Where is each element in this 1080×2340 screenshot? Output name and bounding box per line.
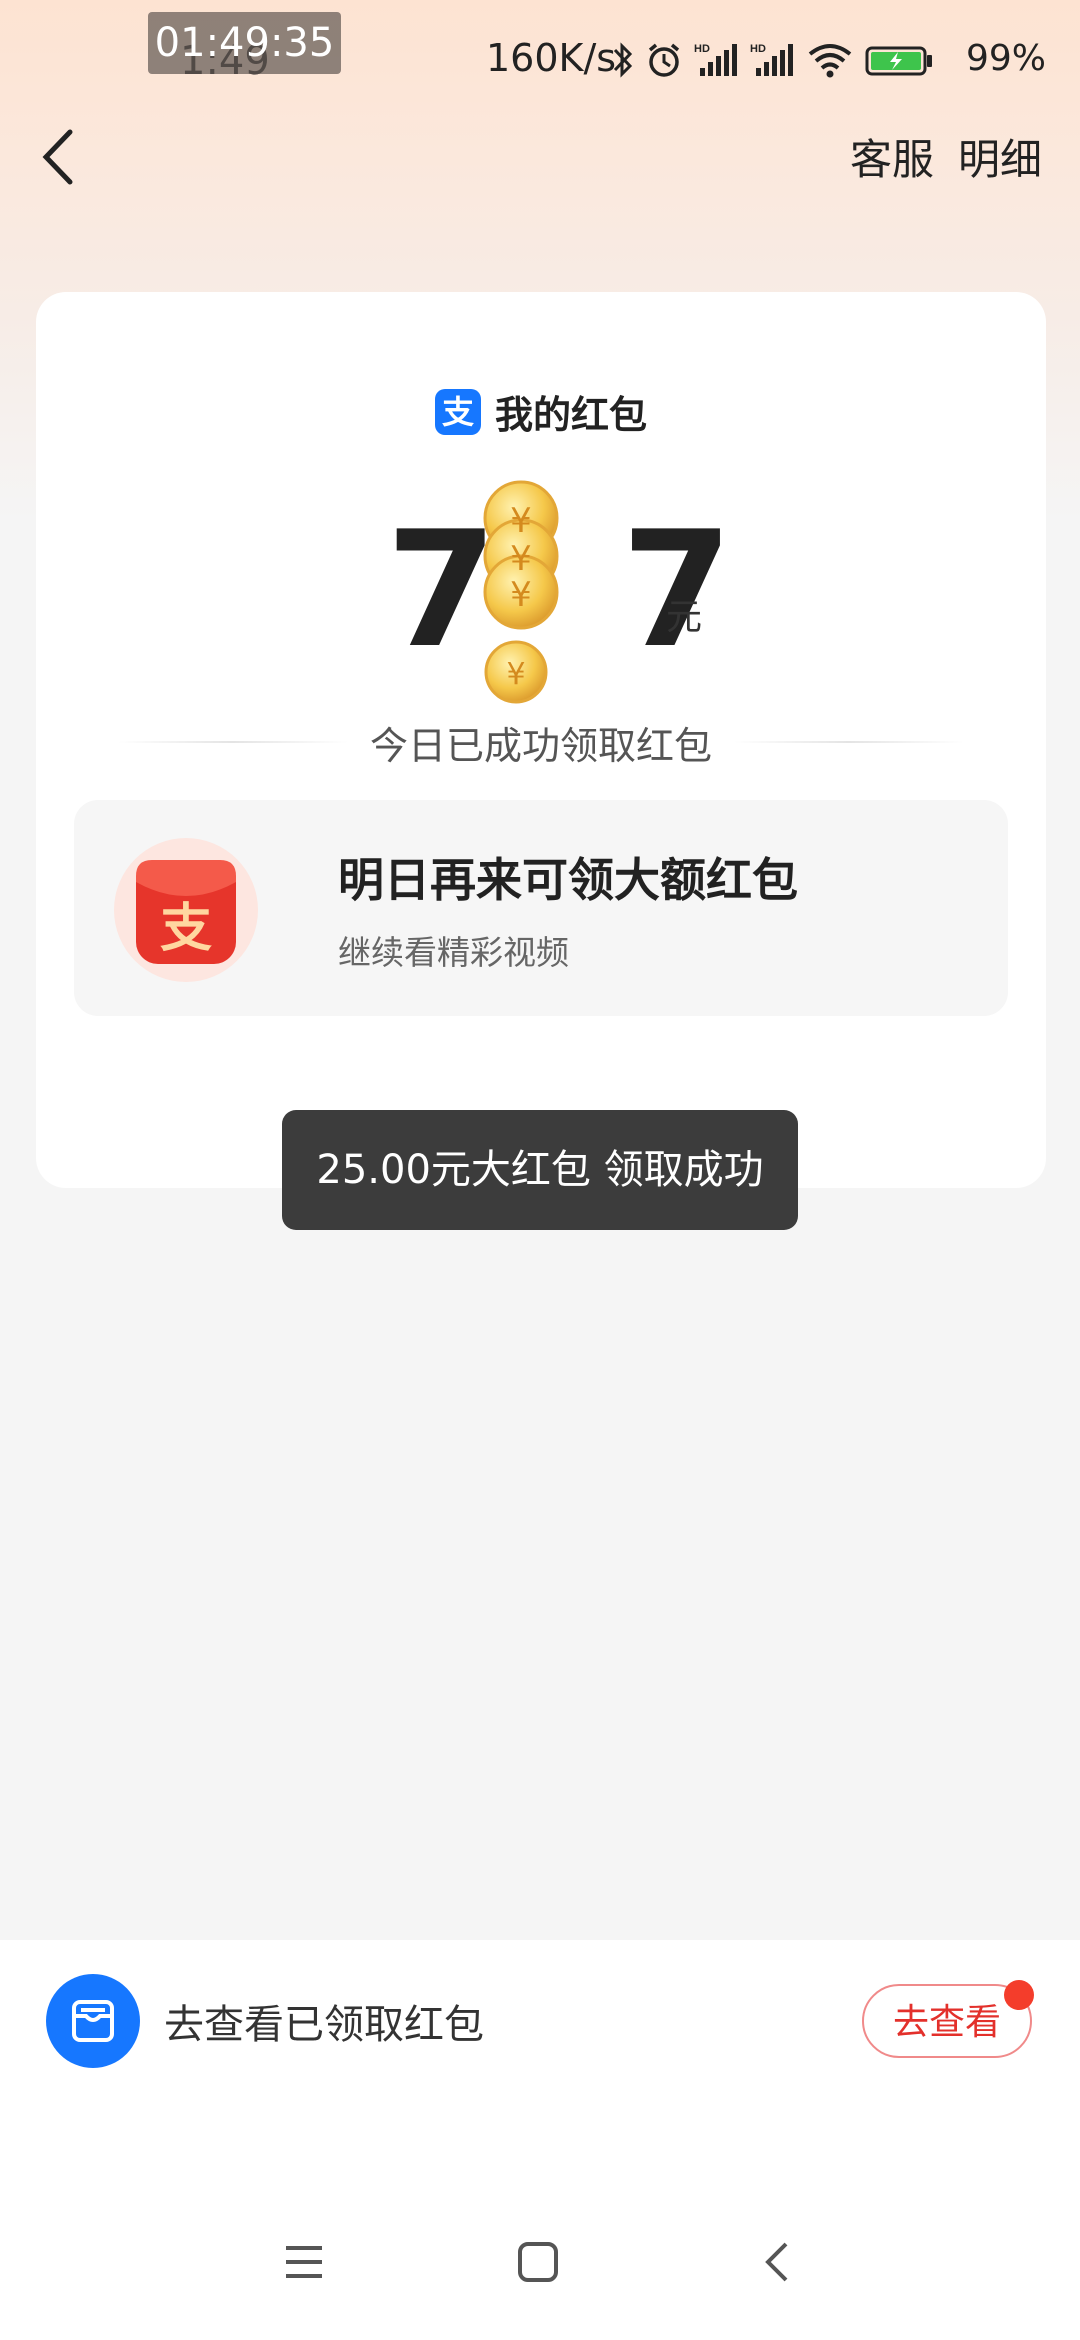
alarm-icon [648,43,680,77]
card-title: 支 我的红包 [36,384,1046,439]
svg-text:HD: HD [694,43,710,55]
svg-text:¥: ¥ [506,657,525,692]
back-button[interactable] [30,122,90,192]
divider-left [117,741,348,743]
nav-actions: 客服 明细 [850,126,1042,187]
battery-icon [865,46,932,76]
gold-coins-icon: ¥ ¥ ¥ ¥ [483,480,559,704]
details-link[interactable]: 明细 [958,126,1042,187]
wallet-icon [46,1974,140,2068]
today-text: 今日已成功领取红包 [369,723,712,768]
today-status: 今日已成功领取红包 [36,712,1046,772]
amount-display: 77 元 ¥ ¥ ¥ ¥ [36,470,1046,710]
success-toast: 25.00元大红包 领取成功 [282,1110,798,1230]
bluetooth-icon [613,42,633,78]
battery-percent: 99% [966,38,1047,79]
back-nav-icon[interactable] [756,2240,800,2284]
wallet-glyph-icon [72,2000,114,2042]
alipay-icon: 支 [434,388,481,435]
system-nav-bar [0,2220,1080,2320]
svg-text:¥: ¥ [510,501,532,541]
divider-right [734,741,964,743]
svg-text:¥: ¥ [510,575,532,615]
status-icons: HD HD [612,30,934,90]
home-icon[interactable] [516,2240,560,2284]
chevron-left-icon [42,129,73,185]
signal-1-icon: HD [694,43,737,76]
status-bar: 1:49 01:49:35 160K/s HD HD 99% [0,0,1080,120]
customer-service-link[interactable]: 客服 [850,126,934,187]
net-speed: 160K/s [486,36,617,80]
notification-dot [1004,1980,1034,2010]
red-packet-icon-char: 支 [160,899,212,959]
view-received-text: 去查看已领取红包 [164,2002,484,2048]
amount-unit: 元 [666,597,703,638]
promo-title: 明日再来可领大额红包 [338,853,798,907]
menu-icon[interactable] [282,2240,326,2284]
svg-text:¥: ¥ [510,539,532,579]
card-title-text: 我的红包 [494,393,647,437]
red-packet-icon: 支 [114,838,258,982]
signal-2-icon: HD [750,43,793,76]
wifi-icon [808,44,852,78]
promo-subtitle: 继续看精彩视频 [338,933,569,972]
promo-banner[interactable]: 支 明日再来可领大额红包 继续看精彩视频 [74,800,1008,1016]
svg-text:HD: HD [750,43,766,55]
red-packet-card: 支 我的红包 77 元 ¥ ¥ ¥ ¥ 今日已成功领取红包 支 明日再来可领大额… [36,292,1046,1188]
recording-timer: 01:49:35 [148,12,341,74]
